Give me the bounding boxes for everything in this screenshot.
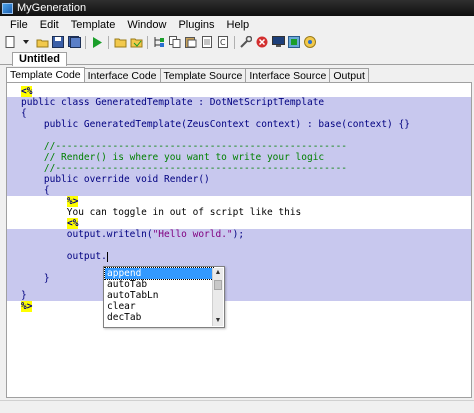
open-folder-icon[interactable] (113, 36, 127, 49)
svg-text:C: C (220, 38, 226, 47)
code-comment: //--------------------------------------… (21, 141, 348, 152)
code-line: { (7, 185, 471, 196)
code-text: GeneratedTemplate(ZeusContext context) :… (83, 119, 410, 130)
cut-icon[interactable] (200, 36, 214, 49)
copy-icon[interactable] (168, 36, 182, 49)
save-icon[interactable] (51, 36, 65, 49)
toolbar-separator (85, 35, 86, 49)
menu-plugins[interactable]: Plugins (172, 19, 220, 31)
code-comment: // Render() is where you want to write y… (21, 152, 325, 163)
editor-tabs: Template Code Interface Code Template So… (6, 67, 472, 83)
code-line: public GeneratedTemplate(ZeusContext con… (7, 119, 471, 130)
code-comment: //--------------------------------------… (21, 163, 348, 174)
code-line: //--------------------------------------… (7, 163, 471, 174)
menu-bar: File Edit Template Window Plugins Help (0, 16, 474, 34)
stop-icon[interactable] (255, 36, 269, 49)
save-all-icon[interactable] (67, 36, 81, 49)
title-bar: MyGeneration (0, 0, 474, 16)
tab-interface-code[interactable]: Interface Code (83, 68, 161, 83)
code-line (7, 262, 471, 273)
script-close-tag: %> (67, 196, 79, 207)
code-keyword: public class (21, 97, 96, 108)
toolbar-separator (147, 35, 148, 49)
menu-template[interactable]: Template (65, 19, 122, 31)
tab-interface-source[interactable]: Interface Source (245, 68, 331, 83)
script-close-tag: %> (21, 301, 33, 312)
monitor-icon[interactable] (271, 36, 285, 49)
toolbar-separator (108, 35, 109, 49)
code-line: //--------------------------------------… (7, 141, 471, 152)
tree-icon[interactable] (152, 36, 166, 49)
scroll-up-icon[interactable]: ▲ (213, 268, 223, 278)
paste-icon[interactable] (184, 36, 198, 49)
tab-template-source[interactable]: Template Source (159, 68, 247, 83)
code-line: // Render() is where you want to write y… (7, 152, 471, 163)
help-icon[interactable] (303, 36, 317, 49)
code-line: public override void Render() (7, 174, 471, 185)
code-line: You can toggle in out of script like thi… (7, 207, 471, 218)
code-line: } (7, 273, 471, 284)
menu-file[interactable]: File (4, 19, 34, 31)
tools-icon[interactable] (239, 36, 253, 49)
code-text: Render() (164, 174, 210, 185)
autocomplete-scrollbar[interactable]: ▲ ▼ (212, 268, 223, 326)
scroll-down-icon[interactable]: ▼ (213, 316, 223, 326)
menu-window[interactable]: Window (121, 19, 172, 31)
template-text: You can toggle in out of script like thi… (21, 207, 302, 218)
code-text: } (21, 290, 27, 301)
compile-icon[interactable] (129, 36, 143, 49)
code-line: <% (7, 86, 471, 97)
tab-template-code[interactable]: Template Code (6, 67, 85, 83)
code-line: output.writeln("Hello world."); (7, 229, 471, 240)
autocomplete-list[interactable]: append autoTab autoTabLn clear decTab (104, 267, 214, 323)
code-line: %> (7, 196, 471, 207)
code-line: { (7, 108, 471, 119)
code-line: %> (7, 301, 471, 312)
open-icon[interactable] (35, 36, 49, 49)
document-tabs: Untitled (0, 51, 474, 66)
autocomplete-item-autotab[interactable]: autoTab (105, 279, 213, 290)
code-text: GeneratedTemplate : DotNetScriptTemplate (95, 97, 325, 108)
tab-output[interactable]: Output (329, 68, 369, 83)
code-line (7, 130, 471, 141)
code-text: { (21, 108, 27, 119)
autocomplete-item-clear[interactable]: clear (105, 301, 213, 312)
toolbar-separator (234, 35, 235, 49)
dropdown-arrow-icon[interactable] (19, 36, 33, 49)
menu-edit[interactable]: Edit (34, 19, 65, 31)
code-line: public class GeneratedTemplate : DotNetS… (7, 97, 471, 108)
document-tab-untitled[interactable]: Untitled (12, 52, 67, 66)
scrollbar-thumb[interactable] (214, 280, 222, 290)
code-text: { (21, 185, 50, 196)
script-open-tag: <% (67, 218, 79, 229)
new-icon[interactable] (3, 36, 17, 49)
settings-icon[interactable] (287, 36, 301, 49)
code-text: ); (232, 229, 245, 240)
autocomplete-popup[interactable]: append autoTab autoTabLn clear decTab ▲ … (103, 266, 225, 328)
menu-help[interactable]: Help (221, 19, 256, 31)
code-line: <% (7, 218, 471, 229)
status-bar (0, 400, 474, 413)
toolbar: C (0, 34, 474, 50)
page-icon[interactable]: C (216, 36, 230, 49)
script-open-tag: <% (21, 86, 33, 97)
code-text: } (21, 273, 50, 284)
app-icon (2, 2, 13, 14)
code-keyword: public override void (21, 174, 164, 185)
code-line (7, 240, 471, 251)
text-cursor (106, 251, 108, 262)
code-editor[interactable]: <% public class GeneratedTemplate : DotN… (6, 82, 472, 398)
code-line: } (7, 290, 471, 301)
autocomplete-item-dectab[interactable]: decTab (105, 312, 213, 323)
run-icon[interactable] (90, 36, 104, 49)
code-text: output. (21, 251, 107, 262)
window-title: MyGeneration (17, 2, 87, 14)
code-line: output. (7, 251, 471, 262)
autocomplete-item-autotabln[interactable]: autoTabLn (105, 290, 213, 301)
code-text: output.writeln( (21, 229, 153, 240)
autocomplete-item-append[interactable]: append (104, 267, 214, 280)
code-keyword: public (21, 119, 84, 130)
code-string: "Hello world." (152, 229, 233, 240)
